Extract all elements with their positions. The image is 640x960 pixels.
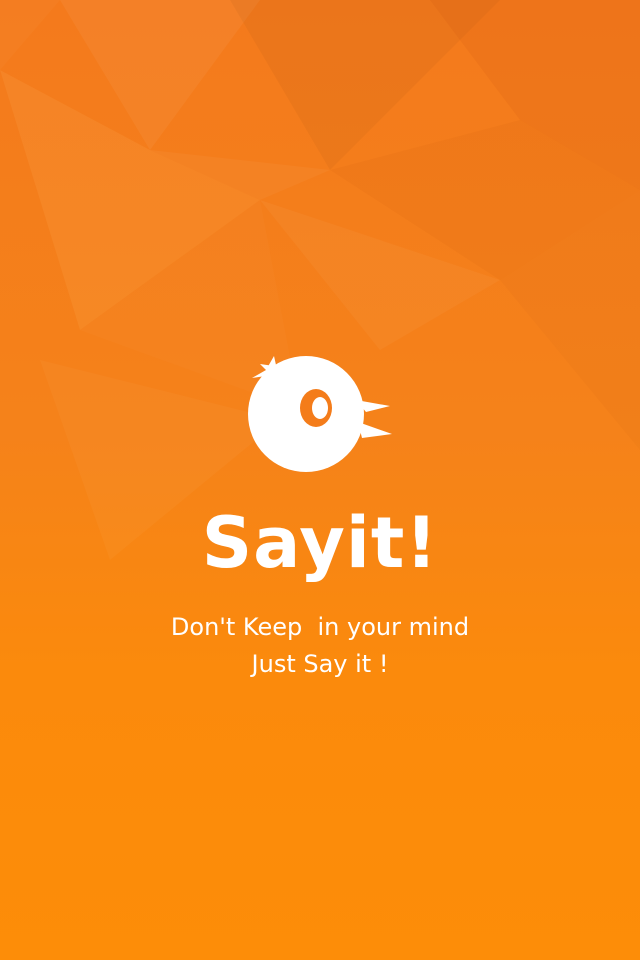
bird-mascot-icon xyxy=(248,356,392,472)
background-pattern xyxy=(0,0,640,560)
app-name: Sayit! xyxy=(201,502,439,584)
tagline-line-1: Don't Keep in your mind xyxy=(170,613,470,641)
splash-screen: Sayit! Don't Keep in your mind Just Say … xyxy=(0,0,640,960)
tagline-line-2: Just Say it ! xyxy=(251,650,389,678)
